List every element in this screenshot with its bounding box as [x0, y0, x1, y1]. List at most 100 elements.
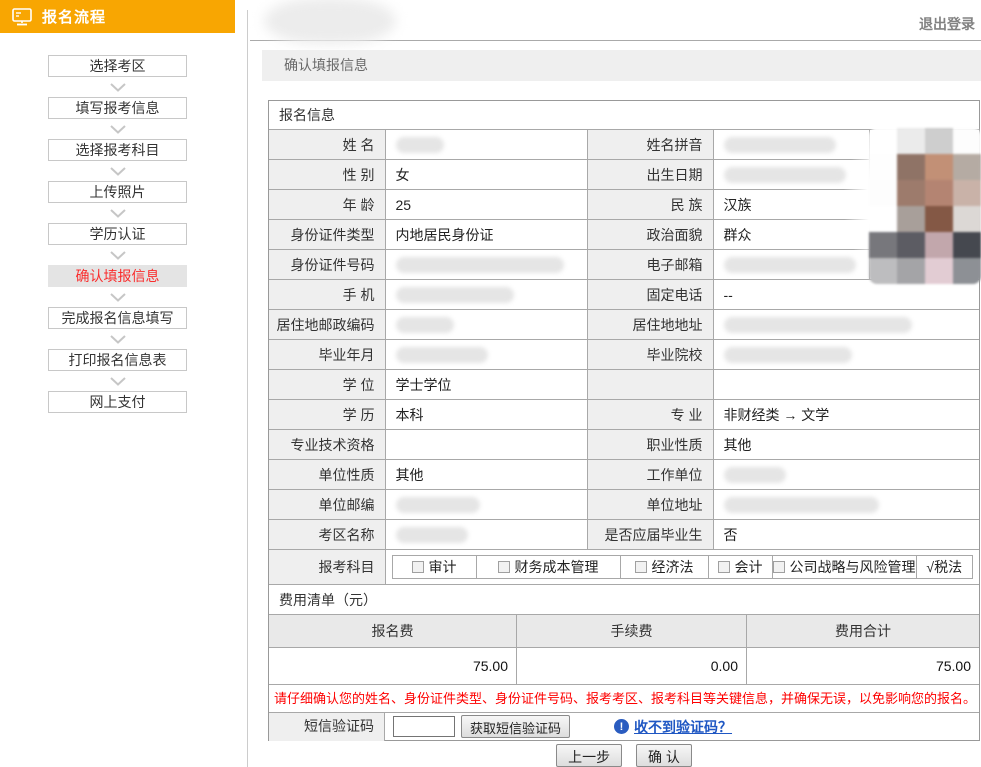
field-label: 固定电话: [587, 280, 713, 310]
field-value: [385, 430, 587, 460]
field-value: [713, 370, 979, 400]
fee-value: 75.00: [746, 648, 979, 684]
field-value: [385, 310, 587, 340]
process-step-2[interactable]: 填写报考信息: [48, 97, 187, 119]
process-step-6[interactable]: 确认填报信息: [48, 265, 187, 287]
field-label: 姓 名: [269, 130, 385, 160]
field-value: 学士学位: [385, 370, 587, 400]
chevron-down-icon: [110, 203, 126, 223]
redacted-value: [396, 497, 480, 513]
logout-link[interactable]: 退出登录: [919, 14, 975, 34]
sms-code-input[interactable]: [393, 716, 455, 737]
get-sms-code-button[interactable]: 获取短信验证码: [461, 715, 570, 738]
checkbox-icon[interactable]: [498, 561, 510, 573]
photo-pixel: [869, 258, 897, 284]
field-label: 出生日期: [587, 160, 713, 190]
photo-pixel: [869, 128, 897, 154]
subjects-label: 报考科目: [269, 550, 385, 584]
field-value: [713, 490, 979, 520]
photo-pixel: [925, 232, 953, 258]
field-value: [713, 460, 979, 490]
fee-section-title: 费用清单（元）: [269, 584, 979, 614]
photo-pixel: [953, 154, 981, 180]
checkbox-icon[interactable]: [773, 561, 785, 573]
field-value: 其他: [713, 430, 979, 460]
sidebar-header: 报名流程: [0, 0, 235, 33]
subject-label: 公司战略与风险管理: [790, 557, 916, 577]
sidebar: 报名流程 选择考区填写报考信息选择报考科目上传照片学历认证确认填报信息完成报名信…: [0, 0, 235, 767]
field-label: 学 位: [269, 370, 385, 400]
monitor-icon: [12, 8, 32, 26]
chevron-down-icon: [110, 245, 126, 265]
sms-code-label: 短信验证码: [269, 713, 385, 741]
confirm-button[interactable]: 确 认: [636, 744, 692, 767]
process-step-3[interactable]: 选择报考科目: [48, 139, 187, 161]
table-row: 单位邮编单位地址: [269, 490, 979, 520]
field-label: 专 业: [587, 400, 713, 430]
photo-pixel: [925, 206, 953, 232]
fee-column-header: 手续费: [516, 615, 746, 647]
field-value: 内地居民身份证: [385, 220, 587, 250]
subject-label: 审计: [429, 557, 457, 577]
chevron-down-icon: [110, 119, 126, 139]
chevron-down-icon: [110, 329, 126, 349]
subjects-row: 报考科目 审计财务成本管理 经济法会计公司战略与风险管理 √税法: [269, 550, 979, 584]
field-label: 单位邮编: [269, 490, 385, 520]
field-value: [385, 340, 587, 370]
subject-option: 财务成本管理: [476, 556, 620, 578]
process-step-7[interactable]: 完成报名信息填写: [48, 307, 187, 329]
chevron-down-icon: [110, 161, 126, 181]
applicant-photo: [843, 108, 981, 296]
photo-pixel: [869, 180, 897, 206]
photo-pixel: [953, 180, 981, 206]
warning-text: 请仔细确认您的姓名、身份证件类型、身份证件号码、报考考区、报考科目等关键信息，并…: [269, 684, 979, 713]
table-row: 毕业年月毕业院校: [269, 340, 979, 370]
field-value: 其他: [385, 460, 587, 490]
process-step-5[interactable]: 学历认证: [48, 223, 187, 245]
photo-pixel: [925, 154, 953, 180]
checkbox-icon[interactable]: [718, 561, 730, 573]
subject-label: √税法: [926, 557, 962, 577]
field-label: 政治面貌: [587, 220, 713, 250]
subject-label: 经济法: [652, 557, 694, 577]
photo-pixel: [897, 206, 925, 232]
sms-help-link[interactable]: 收不到验证码？: [634, 717, 732, 737]
redacted-value: [724, 137, 836, 153]
subject-option: 公司战略与风险管理: [772, 556, 916, 578]
field-label: 电子邮箱: [587, 250, 713, 280]
field-label: 考区名称: [269, 520, 385, 550]
redacted-username: [264, 0, 396, 44]
photo-pixel: [897, 258, 925, 284]
redacted-value: [396, 257, 564, 273]
fee-column-header: 费用合计: [746, 615, 979, 647]
process-step-1[interactable]: 选择考区: [48, 55, 187, 77]
redacted-value: [724, 257, 856, 273]
checkbox-icon[interactable]: [635, 561, 647, 573]
redacted-value: [724, 347, 852, 363]
subject-option: 会计: [708, 556, 772, 578]
field-label: 毕业年月: [269, 340, 385, 370]
field-value: 非财经类 → 文学: [713, 400, 979, 430]
process-step-4[interactable]: 上传照片: [48, 181, 187, 203]
field-value: [385, 490, 587, 520]
subjects-cell: 审计财务成本管理 经济法会计公司战略与风险管理 √税法: [385, 550, 979, 584]
applicant-photo-pixels: [869, 128, 981, 284]
previous-step-button[interactable]: 上一步: [556, 744, 622, 767]
table-row: 专业技术资格职业性质其他: [269, 430, 979, 460]
subject-option: √税法: [916, 556, 973, 578]
photo-pixel: [925, 180, 953, 206]
process-step-8[interactable]: 打印报名信息表: [48, 349, 187, 371]
chevron-down-icon: [110, 287, 126, 307]
redacted-value: [396, 317, 454, 333]
photo-pixel: [869, 154, 897, 180]
redacted-value: [724, 467, 786, 483]
photo-pixel: [897, 154, 925, 180]
checkbox-icon[interactable]: [412, 561, 424, 573]
table-row: 学 历本科专 业非财经类 → 文学: [269, 400, 979, 430]
process-step-9[interactable]: 网上支付: [48, 391, 187, 413]
photo-pixel: [953, 206, 981, 232]
redacted-value: [396, 347, 488, 363]
field-label: 性 别: [269, 160, 385, 190]
field-label: 年 龄: [269, 190, 385, 220]
field-value: 本科: [385, 400, 587, 430]
